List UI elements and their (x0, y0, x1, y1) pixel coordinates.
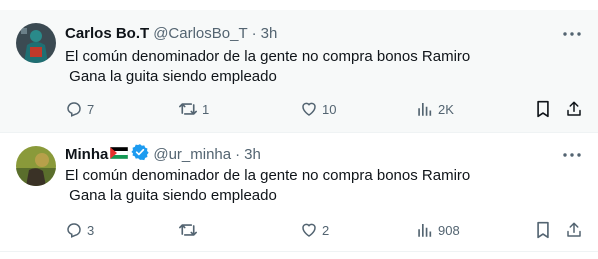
action-bar: 7 1 10 2K (0, 99, 598, 119)
views-button[interactable]: 2K (416, 99, 454, 119)
reply-button[interactable]: 7 (65, 99, 94, 119)
share-icon (565, 100, 583, 118)
like-button[interactable]: 10 (300, 99, 336, 119)
share-button[interactable] (565, 220, 583, 240)
author-handle[interactable]: @ur_minha (153, 146, 231, 163)
reply-icon (65, 221, 83, 239)
author-name[interactable]: Carlos Bo.T (65, 25, 149, 42)
action-bar: 3 2 908 (0, 220, 598, 240)
tweet-minha[interactable]: Minha @ur_minha · 3h El común denominado… (0, 132, 598, 252)
bookmark-icon (535, 221, 551, 239)
tweet-text: El común denominador de la gente no comp… (65, 48, 471, 85)
retweet-icon (178, 100, 198, 118)
views-count: 2K (438, 101, 454, 117)
reply-icon (65, 100, 83, 118)
share-icon (565, 221, 583, 239)
avatar[interactable] (16, 23, 56, 63)
author-name[interactable]: Minha (65, 146, 108, 163)
retweet-icon (178, 221, 198, 239)
retweet-button[interactable] (178, 220, 202, 240)
separator: · (235, 145, 241, 163)
reply-count: 3 (87, 222, 95, 238)
like-icon (300, 100, 318, 118)
verified-badge-icon[interactable] (131, 143, 149, 165)
bookmark-button[interactable] (535, 99, 551, 119)
timestamp[interactable]: 3h (261, 25, 278, 42)
avatar[interactable] (16, 146, 56, 186)
bookmark-icon (535, 100, 551, 118)
divider (0, 251, 598, 252)
author-handle[interactable]: @CarlosBo_T (153, 25, 247, 42)
more-icon[interactable] (562, 24, 582, 44)
like-count: 2 (322, 222, 330, 238)
share-button[interactable] (565, 99, 583, 119)
views-count: 908 (438, 222, 460, 238)
views-button[interactable]: 908 (416, 220, 460, 240)
more-icon[interactable] (562, 145, 582, 165)
tweet-carlos[interactable]: Carlos Bo.T @CarlosBo_T · 3h El común de… (0, 10, 598, 132)
views-icon (416, 221, 434, 239)
reply-button[interactable]: 3 (65, 220, 94, 240)
retweet-button[interactable]: 1 (178, 99, 209, 119)
separator: · (251, 24, 257, 42)
like-button[interactable]: 2 (300, 220, 329, 240)
views-icon (416, 100, 434, 118)
bookmark-button[interactable] (535, 220, 551, 240)
retweet-count: 1 (202, 101, 210, 117)
tweet-text: El común denominador de la gente no comp… (65, 167, 471, 204)
like-icon (300, 221, 318, 239)
timestamp[interactable]: 3h (244, 146, 261, 163)
reply-count: 7 (87, 101, 95, 117)
palestine-flag-icon (110, 146, 129, 163)
like-count: 10 (322, 101, 337, 117)
